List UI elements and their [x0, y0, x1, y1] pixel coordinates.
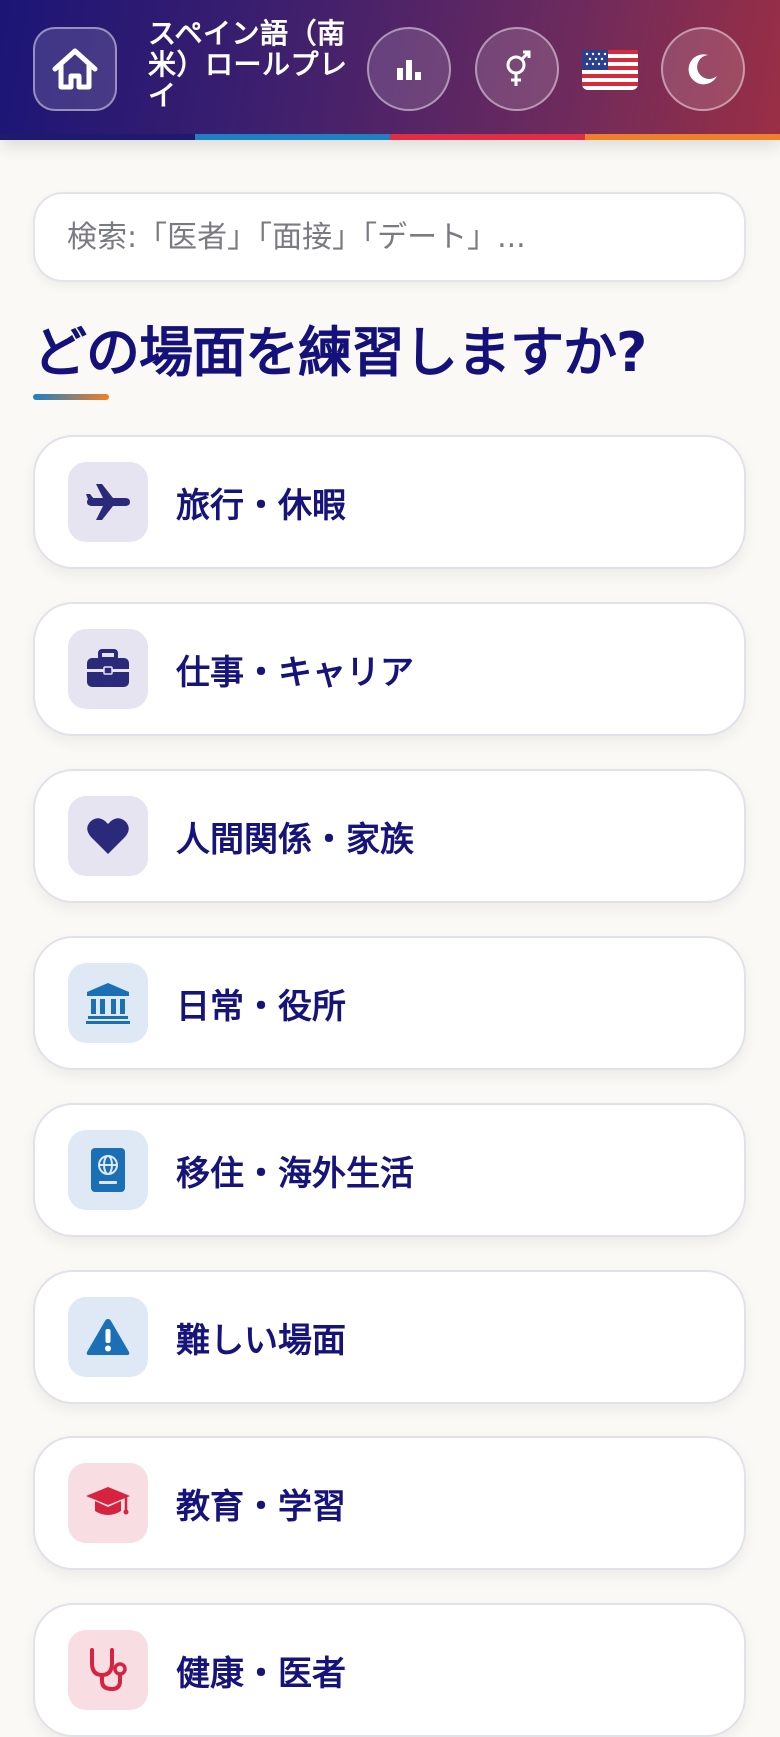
category-label: 人間関係・家族 — [176, 819, 414, 860]
gender-icon — [506, 50, 531, 86]
category-label: 難しい場面 — [176, 1320, 346, 1361]
theme-toggle-button[interactable] — [661, 27, 745, 111]
briefcase-icon — [87, 649, 129, 687]
title-underline — [33, 394, 109, 400]
page-title: どの場面を練習しますか? — [33, 321, 647, 384]
stethoscope-icon — [90, 1648, 127, 1692]
warning-icon — [86, 1319, 130, 1355]
category-label: 日常・役所 — [176, 986, 346, 1027]
category-card-work[interactable]: 仕事・キャリア — [33, 602, 746, 736]
language-flag-button[interactable] — [582, 44, 638, 96]
graduation-cap-icon — [86, 1487, 130, 1515]
moon-icon — [688, 54, 717, 85]
category-icon-box — [68, 963, 148, 1043]
category-label: 教育・学習 — [176, 1486, 346, 1527]
bar-chart-icon — [397, 60, 421, 80]
home-button[interactable] — [33, 27, 117, 111]
search-input[interactable] — [33, 192, 746, 282]
category-card-immigration[interactable]: 移住・海外生活 — [33, 1103, 746, 1237]
stats-button[interactable] — [367, 27, 451, 111]
category-card-relationships[interactable]: 人間関係・家族 — [33, 769, 746, 903]
category-label: 移住・海外生活 — [176, 1153, 414, 1194]
category-card-difficult-situations[interactable]: 難しい場面 — [33, 1270, 746, 1404]
category-card-health[interactable]: 健康・医者 — [33, 1603, 746, 1737]
home-icon — [52, 48, 98, 90]
category-icon-box — [68, 1130, 148, 1210]
category-icon-box — [68, 1297, 148, 1377]
gender-button[interactable] — [475, 27, 559, 111]
category-label: 旅行・休暇 — [176, 485, 346, 526]
app-title: スペイン語（南米）ロールプレイ — [148, 17, 348, 112]
app-header: スペイン語（南米）ロールプレイ — [0, 0, 780, 140]
us-flag-icon — [582, 50, 638, 90]
category-card-education[interactable]: 教育・学習 — [33, 1436, 746, 1570]
category-label: 仕事・キャリア — [176, 652, 414, 693]
category-card-travel[interactable]: 旅行・休暇 — [33, 435, 746, 569]
category-label: 健康・医者 — [176, 1653, 346, 1694]
category-icon-box — [68, 629, 148, 709]
category-icon-box — [68, 462, 148, 542]
category-icon-box — [68, 1630, 148, 1710]
airplane-icon — [86, 484, 130, 520]
header-color-stripe — [0, 134, 780, 140]
bank-icon — [86, 983, 130, 1024]
category-icon-box — [68, 796, 148, 876]
passport-icon — [91, 1148, 125, 1192]
heart-icon — [87, 818, 129, 854]
category-card-daily-life[interactable]: 日常・役所 — [33, 936, 746, 1070]
category-icon-box — [68, 1463, 148, 1543]
